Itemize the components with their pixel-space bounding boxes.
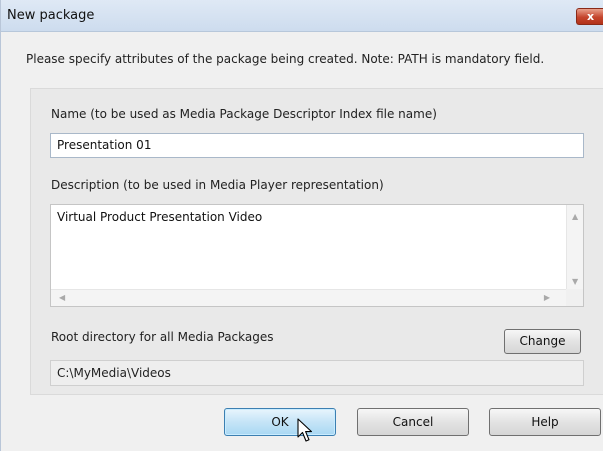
- cancel-button[interactable]: Cancel: [357, 408, 469, 436]
- horizontal-scrollbar[interactable]: ◀ ▶: [51, 289, 568, 306]
- description-label: Description (to be used in Media Player …: [51, 178, 384, 192]
- name-label: Name (to be used as Media Package Descri…: [51, 107, 437, 121]
- scroll-up-arrow-icon[interactable]: ▲: [572, 212, 578, 221]
- mouse-pointer-icon: [297, 418, 313, 442]
- dialog-title: New package: [7, 8, 95, 23]
- root-directory-field: C:\MyMedia\Videos: [50, 360, 584, 386]
- scroll-right-arrow-icon[interactable]: ▶: [544, 293, 550, 302]
- ok-button[interactable]: OK: [224, 408, 336, 436]
- help-button[interactable]: Help: [489, 408, 601, 436]
- title-bar[interactable]: New package x: [1, 0, 603, 32]
- close-button[interactable]: x: [576, 8, 603, 25]
- vertical-scrollbar[interactable]: ▲ ▼: [566, 205, 583, 291]
- root-directory-label: Root directory for all Media Packages: [51, 330, 274, 344]
- scrollbar-corner: [566, 289, 583, 306]
- new-package-dialog: New package x Please specify attributes …: [0, 0, 603, 451]
- change-button[interactable]: Change: [504, 329, 581, 354]
- name-input[interactable]: Presentation 01: [50, 133, 584, 158]
- description-text: Virtual Product Presentation Video: [57, 210, 263, 224]
- description-textarea[interactable]: Virtual Product Presentation Video ▲ ▼ ◀…: [50, 204, 584, 307]
- scroll-down-arrow-icon[interactable]: ▼: [572, 277, 578, 286]
- close-icon: x: [586, 10, 595, 23]
- instruction-text: Please specify attributes of the package…: [26, 52, 545, 66]
- scroll-left-arrow-icon[interactable]: ◀: [59, 293, 65, 302]
